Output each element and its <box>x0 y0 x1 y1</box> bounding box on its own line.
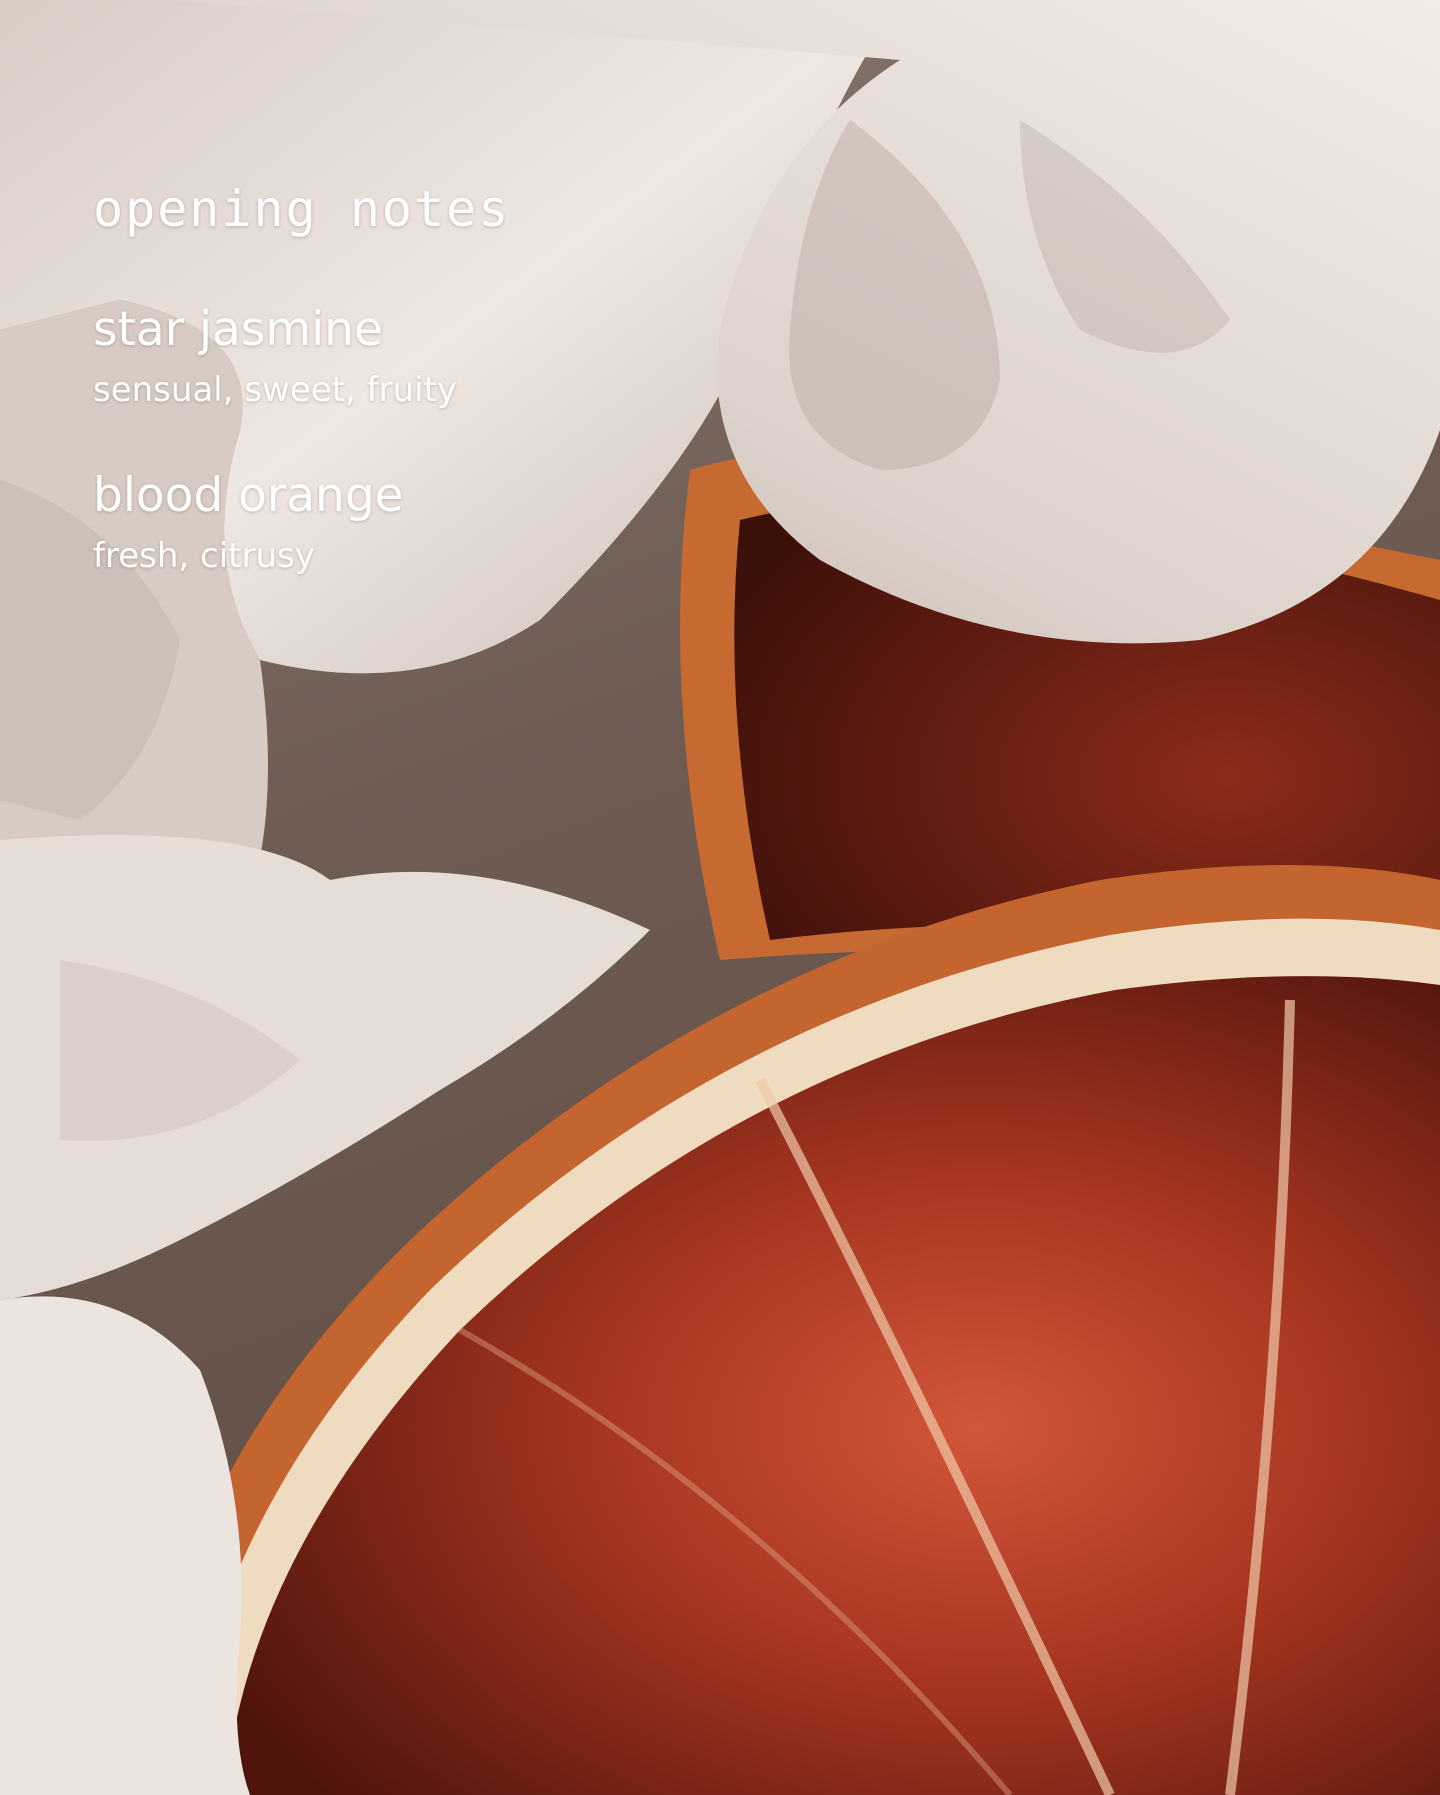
note-name: star jasmine <box>93 302 383 357</box>
note-description: fresh, citrusy <box>93 536 315 576</box>
fragrance-notes-panel: opening notes star jasmine sensual, swee… <box>0 0 1440 1795</box>
note-item-blood-orange: blood orange fresh, citrusy <box>93 468 510 576</box>
note-item-star-jasmine: star jasmine sensual, sweet, fruity <box>93 302 510 410</box>
note-name: blood orange <box>93 468 404 523</box>
note-description: sensual, sweet, fruity <box>93 370 458 410</box>
section-heading: opening notes <box>93 180 511 238</box>
notes-list: opening notes star jasmine sensual, swee… <box>93 180 510 634</box>
